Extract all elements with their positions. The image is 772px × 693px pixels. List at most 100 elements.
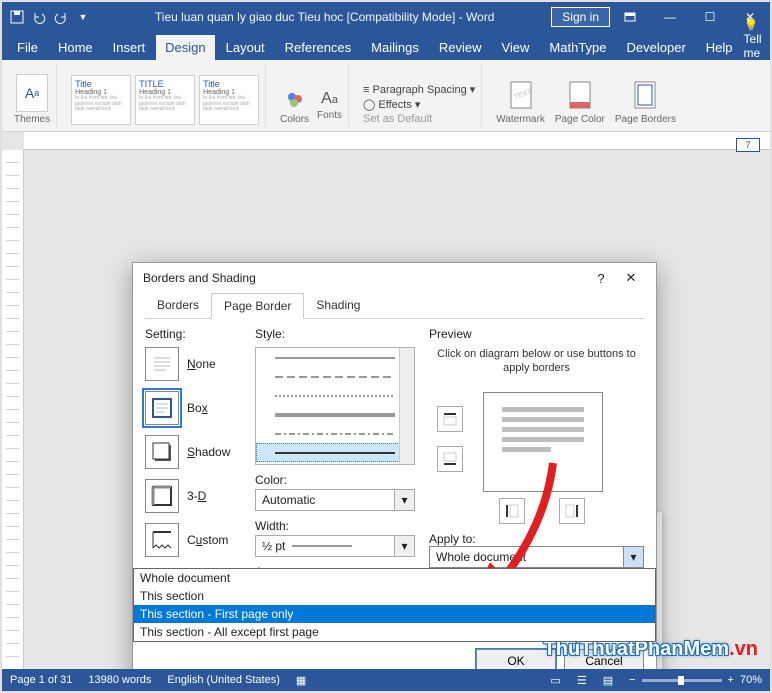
watermark-button[interactable]: TEXTWatermark bbox=[496, 80, 545, 125]
setting-label: Setting: bbox=[145, 327, 241, 341]
ruler-collapse-badge[interactable]: 7 bbox=[736, 138, 760, 152]
help-icon[interactable]: ? bbox=[586, 271, 616, 286]
document-title: Tieu luan quan ly giao duc Tieu hoc [Com… bbox=[98, 10, 551, 24]
fonts-button[interactable]: AaFonts bbox=[317, 90, 342, 125]
undo-icon[interactable] bbox=[30, 8, 48, 26]
ribbon-body: Aa Themes TitleHeading 1In the front tab… bbox=[2, 60, 770, 132]
tab-review[interactable]: Review bbox=[430, 35, 491, 60]
effects-group: ≡ Paragraph Spacing ▾ ◯ Effects ▾ Set as… bbox=[357, 64, 482, 127]
setting-custom[interactable]: Custom bbox=[145, 523, 241, 557]
word-count[interactable]: 13980 words bbox=[88, 674, 151, 686]
language-status[interactable]: English (United States) bbox=[167, 674, 280, 686]
tab-help[interactable]: Help bbox=[697, 35, 742, 60]
border-right-button[interactable] bbox=[559, 498, 585, 524]
vertical-ruler[interactable] bbox=[2, 150, 24, 669]
apply-option[interactable]: This section bbox=[134, 587, 655, 605]
setting-shadow[interactable]: Shadow bbox=[145, 435, 241, 469]
border-left-button[interactable] bbox=[499, 498, 525, 524]
tab-mathtype[interactable]: MathType bbox=[540, 35, 615, 60]
zoom-in-icon[interactable]: + bbox=[728, 674, 734, 686]
apply-to-label: Apply to: bbox=[429, 532, 644, 546]
accessibility-icon[interactable]: ▦ bbox=[296, 674, 306, 687]
color-combo[interactable]: Automatic▾ bbox=[255, 489, 415, 511]
page-color-button[interactable]: Page Color bbox=[555, 80, 605, 125]
tab-borders[interactable]: Borders bbox=[145, 293, 211, 318]
paragraph-spacing-button[interactable]: ≡ Paragraph Spacing ▾ bbox=[363, 83, 475, 96]
border-top-button[interactable] bbox=[437, 406, 463, 432]
qat-dropdown-icon[interactable]: ▼ bbox=[74, 8, 92, 26]
horizontal-ruler[interactable]: 7 bbox=[24, 132, 770, 150]
colors-button[interactable]: Colors bbox=[280, 90, 309, 125]
tab-mailings[interactable]: Mailings bbox=[362, 35, 428, 60]
redo-icon[interactable] bbox=[52, 8, 70, 26]
document-area: 7 - học ; đổi mới quản lý giáo dục tạo c… bbox=[2, 132, 770, 669]
dialog-tabs: Borders Page Border Shading bbox=[145, 293, 644, 319]
zoom-slider[interactable] bbox=[642, 679, 722, 682]
preview-area bbox=[429, 386, 644, 526]
tab-insert[interactable]: Insert bbox=[104, 35, 155, 60]
close-icon[interactable]: ✕ bbox=[616, 270, 646, 286]
style-set-card[interactable]: TITLEHeading 1In the front tab, the gall… bbox=[135, 75, 195, 125]
ok-button[interactable]: OK bbox=[476, 649, 556, 669]
style-set-card[interactable]: TitleHeading 1In the front tab, the gall… bbox=[199, 75, 259, 125]
chevron-down-icon: ▾ bbox=[623, 547, 643, 567]
setting-box[interactable]: Box bbox=[145, 391, 241, 425]
zoom-out-icon[interactable]: − bbox=[629, 674, 635, 686]
cancel-button[interactable]: Cancel bbox=[564, 649, 644, 669]
page-borders-button[interactable]: Page Borders bbox=[615, 80, 676, 125]
setting-box-label: Box bbox=[187, 401, 208, 415]
setting-none[interactable]: None bbox=[145, 347, 241, 381]
minimize-icon[interactable]: — bbox=[650, 2, 690, 32]
themes-group: Aa Themes bbox=[8, 64, 57, 127]
sign-in-button[interactable]: Sign in bbox=[551, 7, 610, 27]
scrollbar[interactable] bbox=[399, 348, 414, 464]
apply-option[interactable]: This section - First page only bbox=[134, 605, 655, 623]
setting-3d[interactable]: 3-D bbox=[145, 479, 241, 513]
save-icon[interactable] bbox=[8, 8, 26, 26]
dialog-titlebar[interactable]: Borders and Shading ? ✕ bbox=[133, 263, 656, 293]
border-bottom-button[interactable] bbox=[437, 446, 463, 472]
preview-hint: Click on diagram below or use buttons to… bbox=[429, 347, 644, 376]
zoom-control[interactable]: − + 70% bbox=[629, 674, 762, 686]
colors-fonts-group: Colors AaFonts bbox=[274, 64, 349, 127]
tab-developer[interactable]: Developer bbox=[618, 35, 695, 60]
borders-shading-dialog: Borders and Shading ? ✕ Borders Page Bor… bbox=[132, 262, 657, 669]
tab-references[interactable]: References bbox=[276, 35, 360, 60]
width-combo[interactable]: ½ pt ▾ bbox=[255, 535, 415, 557]
zoom-value[interactable]: 70% bbox=[740, 674, 762, 686]
apply-option[interactable]: Whole document bbox=[134, 569, 655, 587]
set-default-button[interactable]: Set as Default bbox=[363, 113, 432, 125]
quick-access-toolbar: ▼ bbox=[2, 8, 98, 26]
setting-shadow-label: Shadow bbox=[187, 445, 230, 459]
tab-home[interactable]: Home bbox=[49, 35, 102, 60]
status-bar: Page 1 of 31 13980 words English (United… bbox=[2, 669, 770, 691]
tab-design[interactable]: Design bbox=[156, 35, 214, 60]
tab-layout[interactable]: Layout bbox=[217, 35, 274, 60]
view-print-icon[interactable]: ☰ bbox=[577, 674, 587, 687]
apply-option[interactable]: This section - All except first page bbox=[134, 623, 655, 641]
effects-button[interactable]: ◯ Effects ▾ bbox=[363, 98, 420, 111]
document-formatting-group: TitleHeading 1In the front tab, the gall… bbox=[65, 64, 266, 127]
style-set-card[interactable]: TitleHeading 1In the front tab, the gall… bbox=[71, 75, 131, 125]
tab-view[interactable]: View bbox=[492, 35, 538, 60]
apply-to-combo[interactable]: Whole document ▾ bbox=[429, 546, 644, 568]
tell-me[interactable]: 💡 Tell me bbox=[744, 18, 762, 60]
style-list[interactable] bbox=[255, 347, 415, 465]
themes-icon[interactable]: Aa bbox=[16, 74, 48, 112]
view-read-icon[interactable]: ▭ bbox=[550, 674, 560, 687]
view-web-icon[interactable]: ▤ bbox=[603, 674, 613, 687]
tab-page-border[interactable]: Page Border bbox=[211, 293, 304, 319]
page-status[interactable]: Page 1 of 31 bbox=[10, 674, 72, 686]
tab-file[interactable]: File bbox=[8, 35, 47, 60]
apply-to-group: Apply to: Whole document ▾ Whole documen… bbox=[429, 532, 644, 568]
custom-icon bbox=[145, 523, 179, 557]
preview-page[interactable] bbox=[483, 392, 603, 492]
maximize-icon[interactable]: ☐ bbox=[690, 2, 730, 32]
width-label: Width: bbox=[255, 519, 415, 533]
apply-to-dropdown[interactable]: Whole document This section This section… bbox=[133, 568, 656, 642]
ribbon-tabs: File Home Insert Design Layout Reference… bbox=[2, 32, 770, 60]
setting-none-label: None bbox=[187, 357, 216, 371]
tab-shading[interactable]: Shading bbox=[304, 293, 372, 318]
style-label: Style: bbox=[255, 327, 415, 341]
ribbon-display-icon[interactable] bbox=[610, 2, 650, 32]
